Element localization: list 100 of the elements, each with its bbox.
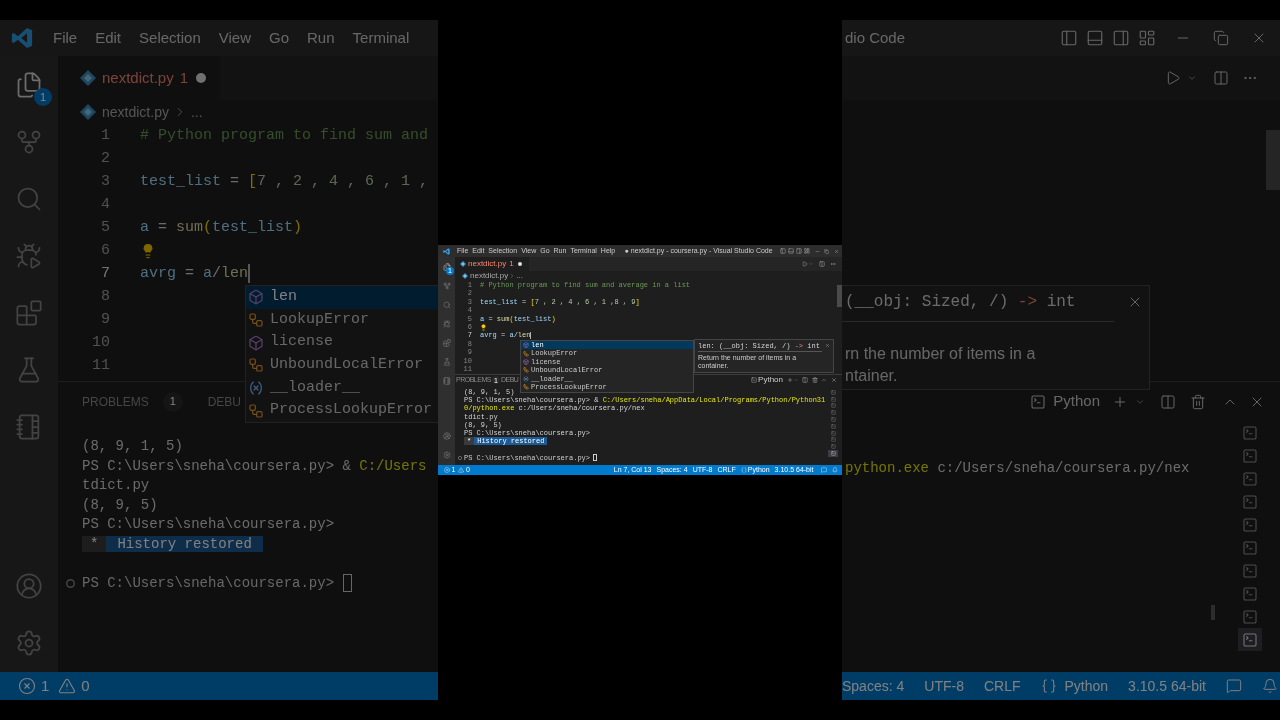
terminal-selector[interactable]: Python [751, 374, 783, 386]
code-line: # Python program to find sum and [140, 126, 429, 146]
line-number: 5 [100, 218, 110, 238]
search-icon[interactable] [442, 301, 451, 309]
terminal-tab[interactable] [828, 429, 838, 437]
scrollbar-thumb[interactable] [837, 285, 842, 307]
terminal-line: (8, 9, 5) [82, 495, 158, 515]
doc-text: rn the number of items in a [845, 344, 1036, 364]
text-cursor-icon [530, 331, 532, 340]
code-line: test_list = [7 , 2 , 4 , 6 , 1 , [140, 172, 429, 192]
terminal-tab[interactable] [828, 389, 838, 396]
terminal-icon [1242, 562, 1258, 579]
line-number: 1 [100, 126, 110, 146]
window-title: dio Code [844, 27, 906, 48]
panel-right-icon[interactable] [796, 248, 802, 254]
error-icon [18, 677, 36, 695]
breadcrumb-item[interactable]: nextdict.py [470, 270, 509, 282]
terminal-tab[interactable] [828, 409, 838, 417]
speech-bubble-icon[interactable] [821, 467, 827, 473]
terminal-tab[interactable] [828, 423, 838, 430]
notebook-icon[interactable] [442, 377, 451, 385]
diamond-icon [80, 70, 96, 86]
play-icon[interactable] [802, 261, 808, 267]
lightbulb-icon[interactable] [480, 323, 487, 331]
split-editor-icon[interactable] [819, 261, 825, 267]
terminal-line: PS C:\Users\sneha\coursera.py> [82, 515, 335, 534]
line-number: 8 [100, 287, 110, 307]
split-icon[interactable] [802, 377, 808, 383]
terminal-cursor-icon [593, 454, 598, 462]
terminal-icon [1030, 393, 1047, 410]
logo-icon [11, 27, 33, 49]
text-cursor-icon [248, 264, 251, 283]
cube-icon [248, 289, 264, 306]
diamond-icon [462, 273, 468, 279]
cube-icon [248, 334, 264, 351]
files-icon[interactable] [442, 263, 451, 271]
terminal-tab[interactable] [828, 450, 838, 457]
run-debug-icon[interactable] [442, 320, 451, 328]
close-icon[interactable] [831, 377, 837, 383]
panel-bottom-icon[interactable] [788, 248, 794, 254]
terminal-tab[interactable] [828, 443, 838, 451]
terminal-icon [1242, 608, 1258, 625]
terminal-icon [751, 377, 758, 383]
line-number: 7 [100, 264, 110, 284]
close-icon[interactable] [834, 248, 839, 254]
cube-icon [523, 358, 529, 365]
warning-icon [58, 677, 77, 695]
restore-icon[interactable] [824, 248, 829, 254]
cube-icon [523, 342, 529, 349]
logo-icon [443, 247, 450, 255]
dot-icon[interactable] [196, 73, 207, 83]
variable-icon [523, 375, 529, 382]
terminal-icon [1242, 539, 1258, 556]
chevron-up-icon[interactable] [821, 377, 827, 383]
history-notice: * History restored [82, 534, 263, 554]
ring-icon [66, 578, 75, 588]
plus-icon[interactable] [787, 377, 793, 383]
trash-icon[interactable] [812, 377, 818, 383]
panel-left-icon[interactable] [780, 248, 786, 254]
terminal-line: PS C:\Users\sneha\coursera.py> [82, 573, 335, 593]
settings-icon[interactable] [442, 451, 451, 459]
terminal-icon [1242, 470, 1258, 487]
terminal-tab[interactable] [828, 436, 838, 444]
line-number: 2 [100, 149, 110, 169]
terminal-line: (8, 9, 1, 5) [82, 437, 183, 456]
breadcrumb-item[interactable]: ... [516, 270, 523, 282]
terminal-icon [1242, 493, 1258, 510]
linked-squares-icon [523, 384, 529, 391]
linked-squares-icon [248, 402, 264, 419]
bell-icon[interactable] [832, 467, 838, 473]
line-number: 10 [91, 333, 110, 353]
terminal-icon [1242, 516, 1258, 533]
terminal-cursor-icon [343, 574, 353, 593]
terminal-icon [1242, 631, 1258, 648]
linked-squares-icon [523, 367, 529, 374]
terminal-tab[interactable] [828, 416, 838, 423]
dot-icon[interactable] [517, 262, 522, 266]
terminal-line: tdict.py [82, 476, 150, 495]
layout-grid-icon[interactable] [804, 248, 810, 254]
branch-icon[interactable] [442, 282, 451, 290]
blocks-icon[interactable] [442, 339, 451, 347]
terminal-icon [1242, 585, 1258, 602]
minimize-icon[interactable] [815, 248, 820, 254]
warning-icon [458, 467, 465, 473]
linked-squares-icon [248, 357, 264, 374]
linked-squares-icon [248, 312, 264, 328]
terminal-line: python.exe c:/Users/sneha/coursera.py/nex [845, 459, 1190, 478]
ellipsis-icon[interactable] [830, 261, 836, 267]
count-badge: 1 [162, 391, 183, 412]
close-icon[interactable] [825, 343, 830, 349]
editor-tab[interactable]: nextdict.py 1 [455, 257, 529, 271]
braces-icon [1040, 678, 1057, 694]
flask-icon[interactable] [442, 358, 451, 366]
linked-squares-icon [523, 350, 529, 357]
terminal-tab[interactable] [828, 402, 838, 410]
line-number: 3 [100, 172, 110, 192]
signature-text: (__obj: Sized, /) -> int [845, 292, 1076, 313]
account-icon[interactable] [442, 432, 451, 440]
terminal-tab[interactable] [828, 395, 838, 403]
terminal-line: PS C:\Users\sneha\coursera.py> & C:/Users [82, 456, 427, 476]
